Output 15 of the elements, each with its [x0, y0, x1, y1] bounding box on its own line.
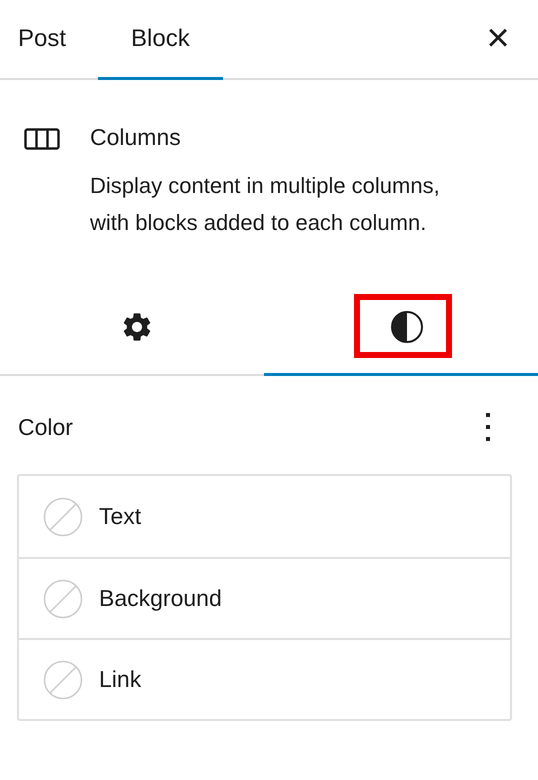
- no-color-swatch-icon: [43, 578, 83, 618]
- block-description: Display content in multiple columns, with blocks added to each column.: [90, 172, 441, 237]
- columns-icon: [24, 128, 60, 150]
- sidebar-tab[interactable]: Block: [98, 0, 223, 80]
- color-option[interactable]: Text: [19, 476, 510, 557]
- block-title: Columns: [90, 126, 182, 149]
- more-options-icon[interactable]: [485, 412, 491, 442]
- close-button[interactable]: ×: [458, 0, 538, 78]
- no-color-swatch-icon: [43, 660, 83, 700]
- no-color-swatch-icon: [43, 496, 83, 536]
- contrast-icon: [390, 310, 424, 344]
- color-option[interactable]: Link: [19, 638, 510, 719]
- sidebar-tab[interactable]: Post: [0, 0, 98, 80]
- panel-title: Color: [18, 414, 73, 440]
- color-option[interactable]: Background: [19, 557, 510, 638]
